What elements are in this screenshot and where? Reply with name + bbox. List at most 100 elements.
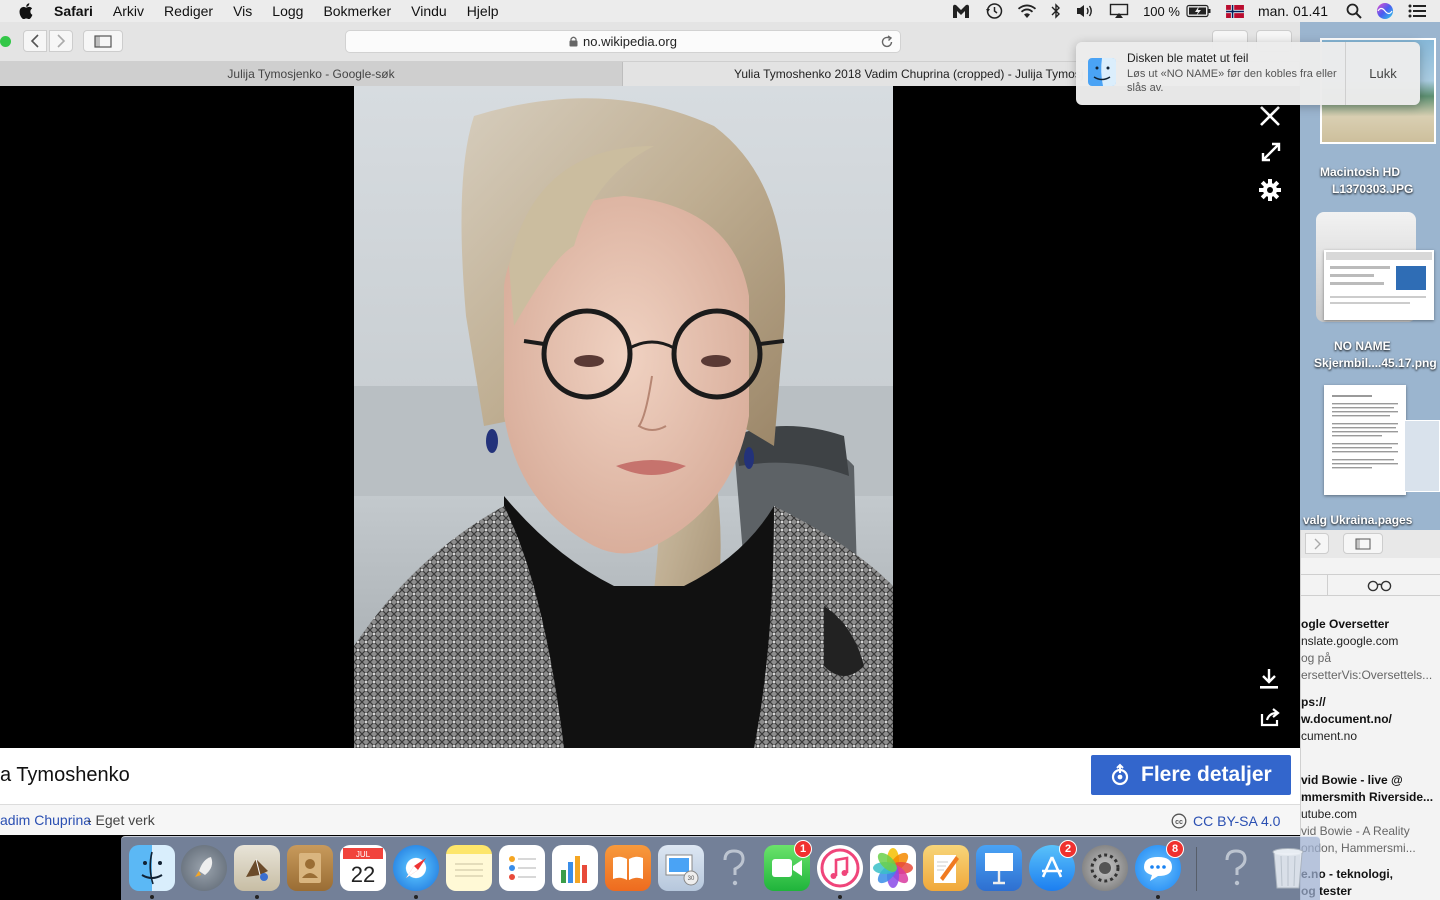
launchpad-dock-icon[interactable] bbox=[181, 845, 227, 891]
desktop-label-hd[interactable]: Macintosh HD bbox=[1320, 165, 1400, 179]
menu-bokmerker[interactable]: Bokmerker bbox=[323, 3, 391, 19]
preview-dock-icon[interactable]: 30 bbox=[658, 845, 704, 891]
missing-app-question-icon[interactable] bbox=[711, 845, 757, 891]
itunes-dock-icon[interactable] bbox=[817, 845, 863, 891]
reading-list-item-title: e.no - teknologi, bbox=[1301, 867, 1393, 881]
time-machine-icon[interactable] bbox=[985, 2, 1003, 20]
reading-list-item[interactable]: ogle Oversetter nslate.google.com og på … bbox=[1301, 616, 1440, 684]
reading-list-window: ogle Oversetter nslate.google.com og på … bbox=[1300, 530, 1440, 900]
notes-dock-icon[interactable] bbox=[446, 845, 492, 891]
license-label: CC BY-SA 4.0 bbox=[1193, 813, 1281, 829]
apple-menu-icon[interactable] bbox=[19, 3, 39, 19]
reload-icon[interactable] bbox=[880, 35, 894, 49]
clock[interactable]: man. 01.41 bbox=[1258, 3, 1328, 19]
messages-badge: 8 bbox=[1166, 840, 1184, 858]
reading-list-item[interactable]: ps:// w.document.no/ cument.no bbox=[1301, 694, 1440, 745]
reading-list-item-desc: og på bbox=[1301, 651, 1332, 665]
running-indicator bbox=[1156, 895, 1160, 899]
volume-icon[interactable] bbox=[1075, 3, 1095, 19]
mail-dock-icon[interactable] bbox=[234, 845, 280, 891]
svg-text:22: 22 bbox=[351, 862, 375, 887]
creative-commons-icon: cc bbox=[1171, 813, 1187, 829]
more-details-button[interactable]: Flere detaljer bbox=[1091, 755, 1291, 795]
safari-dock-icon[interactable] bbox=[393, 845, 439, 891]
desktop-icon-screenshot-thumbnail[interactable] bbox=[1324, 250, 1434, 320]
reminders-dock-icon[interactable] bbox=[499, 845, 545, 891]
fullscreen-icon[interactable] bbox=[1257, 138, 1285, 166]
desktop-label-noname[interactable]: NO NAME bbox=[1334, 339, 1391, 353]
numbers-dock-icon[interactable] bbox=[552, 845, 598, 891]
reading-list-item[interactable]: vid Bowie - live @ mmersmith Riverside..… bbox=[1301, 772, 1440, 857]
reading-list-item-desc: cument.no bbox=[1301, 729, 1358, 743]
desktop-label-jpg[interactable]: L1370303.JPG bbox=[1332, 182, 1413, 196]
reading-list-item-url: w.document.no/ bbox=[1301, 712, 1392, 726]
ibooks-dock-icon[interactable] bbox=[605, 845, 651, 891]
show-sidebar-button[interactable] bbox=[83, 30, 123, 52]
reading-list-icon[interactable] bbox=[1367, 579, 1393, 597]
norway-flag-icon[interactable] bbox=[1226, 4, 1244, 18]
source-text: - Eget verk bbox=[87, 812, 155, 828]
screen: Safari Arkiv Rediger Vis Logg Bokmerker … bbox=[0, 0, 1440, 900]
pages-dock-icon[interactable] bbox=[923, 845, 969, 891]
running-indicator bbox=[838, 895, 842, 899]
svg-text:cc: cc bbox=[1175, 819, 1183, 826]
contacts-dock-icon[interactable] bbox=[287, 845, 333, 891]
reading-list-item-url: nslate.google.com bbox=[1301, 634, 1399, 648]
forward-button-2[interactable] bbox=[1305, 533, 1329, 554]
zoom-window-button[interactable] bbox=[0, 36, 11, 47]
running-indicator bbox=[255, 895, 259, 899]
finder-icon bbox=[1088, 58, 1116, 86]
desktop-label-pages[interactable]: valg Ukraina.pages bbox=[1303, 513, 1412, 527]
desktop-icon-pages-thumbnail[interactable] bbox=[1324, 385, 1406, 495]
address-bar[interactable]: no.wikipedia.org bbox=[345, 30, 901, 53]
airplay-icon[interactable] bbox=[1109, 3, 1129, 19]
bluetooth-icon[interactable] bbox=[1051, 3, 1061, 19]
author-link[interactable]: adim Chuprina bbox=[0, 812, 91, 828]
facetime-badge: 1 bbox=[794, 840, 812, 858]
finder-dock-icon[interactable] bbox=[129, 845, 175, 891]
close-notification-button[interactable]: Lukk bbox=[1345, 42, 1420, 105]
reading-list-item[interactable]: e.no - teknologi, og tester bbox=[1301, 866, 1440, 900]
license-link[interactable]: cc CC BY-SA 4.0 bbox=[1171, 813, 1280, 829]
spotlight-icon[interactable] bbox=[1346, 3, 1362, 19]
photos-dock-icon[interactable] bbox=[870, 845, 916, 891]
menu-vindu[interactable]: Vindu bbox=[411, 3, 447, 19]
forward-button[interactable] bbox=[49, 30, 73, 52]
share-icon[interactable] bbox=[1257, 703, 1285, 731]
missing-item-question-icon[interactable] bbox=[1213, 845, 1259, 891]
gear-icon[interactable] bbox=[1256, 176, 1284, 204]
reading-list-item-title: ps:// bbox=[1301, 695, 1326, 709]
tab-google-search[interactable]: Julija Tymosjenko - Google-søk bbox=[0, 62, 623, 86]
portrait-photo bbox=[354, 86, 893, 748]
svg-text:JUL: JUL bbox=[356, 850, 371, 859]
keynote-dock-icon[interactable] bbox=[976, 845, 1022, 891]
menu-hjelp[interactable]: Hjelp bbox=[467, 3, 499, 19]
reading-list-item-url: og tester bbox=[1301, 884, 1352, 898]
close-icon[interactable] bbox=[1256, 102, 1284, 130]
trash-icon[interactable] bbox=[1265, 845, 1311, 891]
download-icon[interactable] bbox=[1255, 665, 1283, 693]
notification-center-icon[interactable] bbox=[1408, 4, 1426, 18]
siri-icon[interactable] bbox=[1376, 2, 1394, 20]
desktop-label-png[interactable]: Skjermbil....45.17.png bbox=[1314, 356, 1437, 370]
reading-list-item-desc: ondon, Hammersmi... bbox=[1301, 841, 1416, 855]
menu-rediger[interactable]: Rediger bbox=[164, 3, 213, 19]
menu-arkiv[interactable]: Arkiv bbox=[113, 3, 144, 19]
dock: JUL 22 30 1 2 8 bbox=[121, 836, 1320, 900]
system-preferences-dock-icon[interactable] bbox=[1082, 845, 1128, 891]
calendar-dock-icon[interactable]: JUL 22 bbox=[340, 845, 386, 891]
battery-icon[interactable] bbox=[1186, 4, 1212, 18]
reading-list-item-desc: ersetterVis:Oversettels... bbox=[1301, 668, 1433, 682]
disk-eject-notification[interactable]: Disken ble matet ut feil Løs ut «NO NAME… bbox=[1076, 42, 1420, 105]
menu-vis[interactable]: Vis bbox=[233, 3, 252, 19]
menu-safari[interactable]: Safari bbox=[54, 3, 93, 19]
credit-bar: adim Chuprina - Eget verk cc CC BY-SA 4.… bbox=[0, 805, 1300, 835]
menu-logg[interactable]: Logg bbox=[272, 3, 303, 19]
app-store-badge: 2 bbox=[1059, 840, 1077, 858]
wifi-icon[interactable] bbox=[1017, 4, 1037, 19]
sidebar-toggle-2[interactable] bbox=[1343, 533, 1383, 554]
back-button[interactable] bbox=[23, 30, 47, 52]
wikimedia-commons-icon bbox=[1109, 763, 1131, 787]
malwarebytes-icon[interactable] bbox=[951, 3, 971, 19]
reading-list-toolbar bbox=[1301, 530, 1440, 558]
